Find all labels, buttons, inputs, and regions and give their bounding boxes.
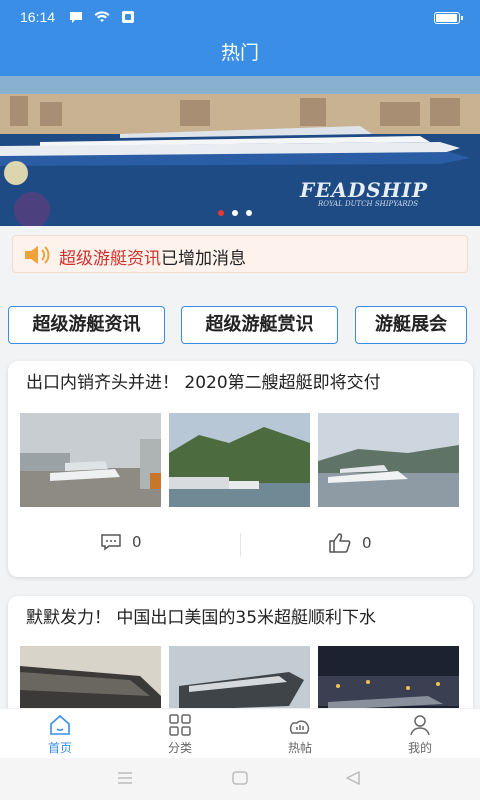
- back-icon[interactable]: [344, 770, 362, 786]
- article-thumbnail[interactable]: [20, 413, 161, 507]
- tab-label: 首页: [47, 741, 72, 755]
- notification-icon: [70, 12, 82, 23]
- nfc-icon: [122, 11, 134, 23]
- comment-count: 0: [132, 533, 142, 551]
- home-icon: [50, 714, 70, 735]
- carousel-indicator: [218, 210, 252, 216]
- article-card[interactable]: 默默发力！ 中国出口美国的35米超艇顺利下水: [8, 596, 473, 726]
- category-button-yacht-news[interactable]: 超级游艇资讯: [8, 306, 165, 344]
- carousel-dot[interactable]: [246, 210, 252, 216]
- like-count: 0: [362, 534, 372, 552]
- status-icons: [68, 10, 136, 24]
- banner-brand-logo: FEADSHIP: [300, 178, 429, 202]
- tab-label: 热帖: [287, 741, 312, 755]
- tab-label: 分类: [167, 741, 192, 755]
- grid-icon: [169, 714, 191, 736]
- wifi-icon: [94, 11, 110, 22]
- tab-mine[interactable]: 我的: [380, 713, 460, 756]
- tab-hot-posts[interactable]: 热帖: [260, 713, 340, 756]
- tab-home[interactable]: 首页: [20, 713, 100, 756]
- article-stats: 0 0: [8, 521, 473, 569]
- notice-message: 已增加消息: [161, 249, 246, 269]
- banner-brand-subtitle: ROYAL DUTCH SHIPYARDS: [318, 200, 419, 208]
- carousel-dot[interactable]: [232, 210, 238, 216]
- tab-label: 我的: [407, 741, 432, 755]
- category-buttons: 超级游艇资讯 超级游艇赏识 游艇展会: [0, 306, 480, 346]
- system-nav-bar: [0, 758, 480, 800]
- menu-icon[interactable]: [116, 770, 134, 786]
- battery-level: [436, 14, 457, 22]
- article-title[interactable]: 出口内销齐头并进！ 2020第二艘超艇即将交付: [26, 373, 456, 393]
- category-button-yacht-appreciation[interactable]: 超级游艇赏识: [181, 306, 338, 344]
- page-title: 热门: [0, 34, 480, 76]
- home-nav-icon[interactable]: [231, 770, 249, 786]
- tab-category[interactable]: 分类: [140, 713, 220, 756]
- banner-carousel[interactable]: FEADSHIP ROYAL DUTCH SHIPYARDS: [0, 76, 480, 226]
- bottom-tab-bar: 首页 分类 热帖 我的: [0, 708, 480, 758]
- comment-icon: [101, 534, 121, 551]
- divider: [240, 533, 241, 557]
- thumbs-up-icon: [329, 533, 351, 553]
- battery-icon: [434, 12, 463, 24]
- user-icon: [410, 715, 430, 736]
- status-time: 16:14: [20, 9, 56, 25]
- article-title[interactable]: 默默发力！ 中国出口美国的35米超艇顺利下水: [26, 608, 456, 628]
- status-bar: 16:14: [0, 0, 480, 34]
- like-stat[interactable]: 0: [328, 533, 372, 553]
- notice-text: 超级游艇资讯已增加消息: [59, 244, 246, 269]
- notice-bar[interactable]: 超级游艇资讯已增加消息: [12, 235, 468, 273]
- hot-icon: [289, 720, 310, 734]
- speaker-icon: [25, 246, 50, 264]
- comment-stat[interactable]: 0: [100, 533, 142, 551]
- article-card[interactable]: 出口内销齐头并进！ 2020第二艘超艇即将交付 0 0: [8, 361, 473, 577]
- category-button-yacht-show[interactable]: 游艇展会: [355, 306, 467, 344]
- carousel-dot[interactable]: [218, 210, 224, 216]
- notice-highlight: 超级游艇资讯: [59, 249, 161, 269]
- article-thumbnail[interactable]: [169, 413, 310, 507]
- article-thumbnail[interactable]: [318, 413, 459, 507]
